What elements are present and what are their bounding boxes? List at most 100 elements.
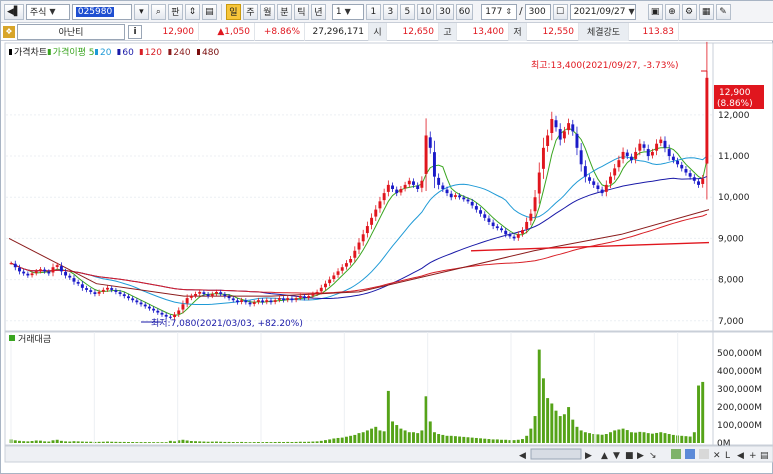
candle-body (235, 300, 239, 303)
updown-icon[interactable]: ⇕ (184, 3, 200, 20)
candle-body (231, 298, 235, 301)
gray-tool-icon[interactable] (699, 449, 709, 459)
change-percent: +8.86% (255, 22, 305, 41)
candle-body (487, 218, 491, 222)
info-icon[interactable]: i (128, 24, 142, 39)
next-icon[interactable]: ▶ (637, 451, 644, 461)
zoom-in-icon[interactable]: ▲ (601, 451, 608, 461)
volume-bar (328, 439, 332, 443)
candle-body (198, 291, 202, 294)
volume-bar (441, 434, 445, 443)
count-stepper[interactable]: 177 ⇕ (481, 3, 518, 20)
candle-body (18, 267, 21, 272)
chart-canvas[interactable]: 7,000 8,000 9,000 10,000 11,000 12,000 500,00… (1, 41, 773, 471)
volume-bar (571, 419, 575, 443)
candle-body (512, 236, 516, 239)
volume-bar (194, 441, 197, 443)
code-dropdown-button[interactable]: ▾ (133, 3, 149, 20)
interval-select[interactable]: 1 ▼ (331, 3, 364, 20)
candle-body (357, 242, 361, 250)
candle-body (110, 288, 114, 290)
stock-name[interactable]: 아난티 (17, 23, 125, 40)
volume-bar (22, 441, 26, 443)
volume-bar (462, 436, 466, 443)
search-icon[interactable]: ⌕ (150, 3, 166, 20)
legend-label: 480 (202, 48, 219, 58)
candle-body (403, 184, 407, 189)
volume-bar (181, 439, 185, 443)
candle-body (650, 151, 654, 156)
config-icon[interactable]: ⚙ (681, 3, 697, 20)
legend-label: 20 (100, 48, 112, 58)
zoom-out-icon[interactable]: ▼ (613, 451, 620, 461)
preset-60-button[interactable]: 60 (455, 3, 474, 20)
scroll-left-icon[interactable]: ◀ (519, 451, 526, 461)
period-minute-button[interactable]: 분 (276, 3, 292, 20)
tools-icon[interactable]: ✎ (715, 3, 731, 20)
volume-bar (550, 403, 554, 443)
candle-body (131, 298, 135, 301)
volume-tick-label: 400,000M (717, 367, 762, 377)
volume-bar (51, 440, 55, 443)
checkbox-icon[interactable]: ☐ (552, 3, 568, 20)
market-select-label: 주식 (29, 8, 47, 18)
period-month-button[interactable]: 월 (259, 3, 275, 20)
blue-tool-icon[interactable] (685, 449, 695, 459)
period-day-button[interactable]: 일 (225, 3, 241, 20)
volume-bar (13, 440, 17, 443)
volume-bar (252, 442, 256, 443)
stock-code-input[interactable]: 025980 (71, 3, 132, 20)
plus-icon[interactable]: + (749, 451, 757, 461)
candle-body (449, 193, 453, 198)
candle-body (147, 306, 151, 309)
candle-body (671, 156, 675, 161)
candle-body (621, 151, 625, 159)
expand-icon[interactable]: ↘ (649, 451, 657, 461)
candle-body (34, 271, 38, 274)
pointer-icon[interactable]: ◀ (737, 451, 744, 461)
volume-bar (311, 441, 315, 443)
candle-body (692, 177, 696, 181)
scroll-thumb[interactable] (530, 448, 582, 460)
count-total-input[interactable]: 300 (524, 3, 551, 20)
panel-toggle-icon[interactable]: ◀▌ (4, 3, 24, 20)
chart-area[interactable]: 7,000 8,000 9,000 10,000 11,000 12,000 500,00… (1, 41, 773, 471)
volume-bar (227, 441, 231, 443)
preset-5-button[interactable]: 5 (399, 3, 415, 20)
preset-1-button[interactable]: 1 (365, 3, 381, 20)
period-year-button[interactable]: 년 (310, 3, 326, 20)
market-select[interactable]: 주식 ▼ (25, 3, 70, 20)
preset-10-button[interactable]: 10 (416, 3, 435, 20)
preset-3-button[interactable]: 3 (382, 3, 398, 20)
line-icon[interactable]: L (725, 451, 730, 461)
volume-bar (680, 435, 684, 443)
candle-body (558, 129, 562, 140)
grid-icon[interactable]: ▦ (698, 3, 714, 20)
zoom-icon[interactable]: ⊕ (664, 3, 680, 20)
pan-button[interactable]: 판 (167, 3, 183, 20)
candle-body (562, 131, 566, 139)
candle-body (458, 195, 462, 198)
low-label: 저 (509, 22, 527, 41)
menu-icon[interactable]: ▤ (760, 451, 769, 461)
candle-body (340, 267, 344, 271)
settings-small-icon[interactable]: ▤ (201, 3, 217, 20)
green-tool-icon[interactable] (671, 449, 681, 459)
strength-label: 체결강도 (579, 22, 629, 41)
period-week-button[interactable]: 주 (242, 3, 258, 20)
candle-body (583, 166, 587, 177)
volume-bar (34, 440, 38, 443)
price-tick-label: 11,000 (718, 152, 750, 162)
chart-type-icon[interactable]: ▣ (647, 3, 663, 20)
candle-body (139, 302, 143, 305)
cross-icon[interactable]: ✕ (713, 451, 721, 461)
period-tick-button[interactable]: 틱 (293, 3, 309, 20)
stop-icon[interactable]: ■ (625, 451, 634, 461)
volume-bar (55, 439, 59, 443)
volume-bar (324, 440, 327, 443)
scroll-right-icon[interactable]: ▶ (585, 451, 592, 461)
volume-bar (114, 441, 118, 443)
preset-30-button[interactable]: 30 (436, 3, 454, 20)
volume-bar (697, 385, 700, 443)
date-picker[interactable]: 2021/09/27 ▼ (569, 3, 636, 20)
